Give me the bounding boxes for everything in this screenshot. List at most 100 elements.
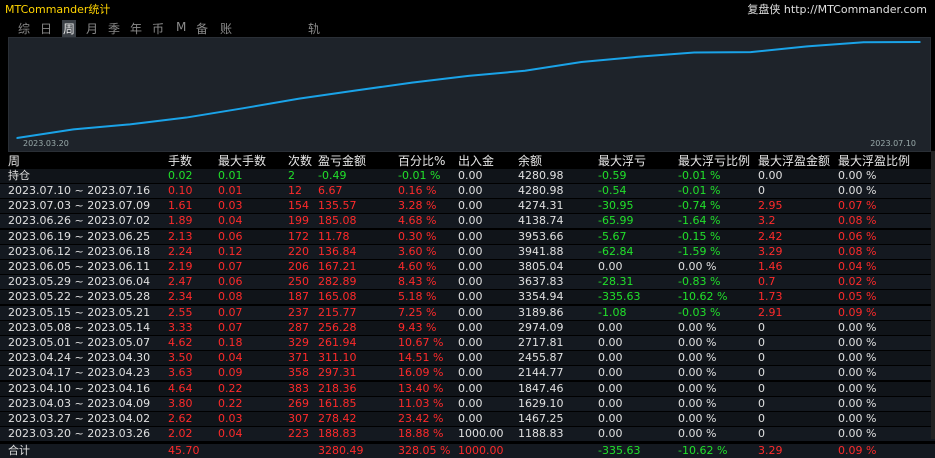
row-max-dd: -30.95	[598, 199, 634, 213]
tab-7[interactable]: M	[176, 20, 186, 34]
row-io: 1000.00	[458, 427, 504, 441]
row-io: 0.00	[458, 290, 483, 304]
table-row: 2023.06.05 ~ 2023.06.11 2.19 0.07 206 167.21…	[0, 260, 935, 274]
holding-io: 0.00	[458, 169, 483, 182]
equity-point-3	[185, 116, 188, 119]
row-count: 12	[288, 184, 302, 197]
row-io: 0.00	[458, 366, 483, 380]
brand-link[interactable]: 复盘侠 http://MTCommander.com	[747, 1, 927, 17]
holding-pnl: -0.49	[318, 169, 347, 182]
header-max_dd: 最大浮亏	[598, 154, 647, 168]
row-max-dd-pct: -0.01 %	[678, 184, 721, 197]
tab-0[interactable]: 综	[18, 20, 30, 37]
row-max_lots: 0.04	[218, 214, 243, 228]
row-io: 0.00	[458, 412, 483, 425]
tab-6[interactable]: 币	[152, 20, 164, 37]
row-max_lots: 0.07	[218, 260, 243, 273]
row-max-fp: 0	[758, 336, 765, 349]
row-period: 2023.06.19 ~ 2023.06.25	[8, 229, 151, 243]
table-row: 2023.05.01 ~ 2023.05.07 4.62 0.18 329 261.94…	[0, 336, 935, 350]
row-pnl: 136.84	[318, 244, 357, 258]
row-period: 2023.06.26 ~ 2023.07.02	[8, 214, 151, 228]
app-title: MTCommander统计	[5, 3, 111, 16]
row-max-fp-pct: 0.00 %	[838, 396, 877, 410]
row-max-fp: 2.91	[758, 305, 783, 319]
row-max-fp-pct: 0.00 %	[838, 184, 877, 197]
row-count: 250	[288, 275, 309, 289]
row-max-fp: 0	[758, 184, 765, 197]
row-period: 2023.07.03 ~ 2023.07.09	[8, 199, 151, 213]
row-max-dd: 0.00	[598, 260, 623, 273]
row-pct: 10.67 %	[398, 336, 444, 349]
row-period: 2023.05.08 ~ 2023.05.14	[8, 320, 151, 334]
row-period: 2023.05.29 ~ 2023.06.04	[8, 275, 151, 289]
tab-4[interactable]: 季	[108, 20, 120, 37]
row-max-fp: 3.29	[758, 244, 783, 258]
row-count: 223	[288, 427, 309, 441]
row-max-dd-pct: -0.74 %	[678, 199, 721, 213]
holding-pct: -0.01 %	[398, 169, 441, 182]
table-row: 2023.07.10 ~ 2023.07.16 0.10 0.01 12 6.67 0.1…	[0, 184, 935, 198]
table-row: 2023.04.03 ~ 2023.04.09 3.80 0.22 269 161.85…	[0, 396, 935, 411]
row-pct: 11.03 %	[398, 396, 444, 410]
header-count: 次数	[288, 154, 313, 168]
row-max-dd-pct: 0.00 %	[678, 260, 717, 273]
tab-1[interactable]: 日	[40, 20, 52, 37]
header-period: 周	[8, 154, 21, 168]
row-max-fp-pct: 0.08 %	[838, 214, 877, 228]
row-period: 2023.05.22 ~ 2023.05.28	[8, 290, 151, 304]
row-pnl: 161.85	[318, 396, 357, 410]
row-max_lots: 0.07	[218, 320, 243, 334]
row-pct: 13.40 %	[398, 381, 444, 395]
row-max-fp: 0.7	[758, 275, 776, 289]
table-row: 2023.04.24 ~ 2023.04.30 3.50 0.04 371 311.10…	[0, 351, 935, 366]
row-count: 199	[288, 214, 309, 228]
row-balance: 2717.81	[518, 336, 564, 349]
row-max-dd-pct: 0.00 %	[678, 366, 717, 380]
row-balance: 2144.77	[518, 366, 564, 380]
row-balance: 1188.83	[518, 427, 564, 441]
row-max-fp-pct: 0.00 %	[838, 427, 877, 441]
row-io: 0.00	[458, 199, 483, 213]
table-row: 2023.06.19 ~ 2023.06.25 2.13 0.06 172 11.78 0…	[0, 229, 935, 244]
table-row: 2023.04.10 ~ 2023.04.16 4.64 0.22 383 218.36…	[0, 381, 935, 396]
row-max-dd: 0.00	[598, 320, 623, 334]
row-max_lots: 0.08	[218, 290, 243, 304]
row-max_lots: 0.22	[218, 396, 243, 410]
row-pnl: 165.08	[318, 290, 357, 304]
row-period: 2023.04.24 ~ 2023.04.30	[8, 351, 151, 365]
row-pct: 3.60 %	[398, 244, 437, 258]
table-scrollbar[interactable]	[931, 151, 935, 439]
row-pnl: 185.08	[318, 214, 357, 228]
tab-2[interactable]: 周	[62, 20, 77, 37]
tab-3[interactable]: 月	[86, 20, 98, 37]
row-max-dd-pct: 0.00 %	[678, 320, 717, 334]
row-pct: 23.42 %	[398, 412, 444, 425]
row-lots: 1.89	[168, 214, 193, 228]
row-period: 2023.04.17 ~ 2023.04.23	[8, 366, 151, 380]
equity-point-8	[467, 75, 470, 77]
equity-point-11	[637, 55, 639, 58]
row-io: 0.00	[458, 275, 483, 289]
equity-point-2	[129, 123, 131, 126]
tab-5[interactable]: 年	[130, 20, 142, 37]
row-lots: 4.64	[168, 381, 193, 395]
row-max-fp-pct: 0.09 %	[838, 305, 877, 319]
row-max-dd: -5.67	[598, 229, 627, 243]
row-count: 206	[288, 260, 309, 273]
row-max-dd: 0.00	[598, 412, 623, 425]
total-max-dd-pct: -10.62 %	[678, 444, 728, 458]
holding-max-fp: 0.00	[758, 169, 783, 182]
equity-point-7	[411, 81, 413, 84]
row-balance: 2974.09	[518, 320, 564, 334]
row-io: 0.00	[458, 336, 483, 349]
row-max-dd-pct: 0.00 %	[678, 351, 717, 365]
table-row: 2023.05.15 ~ 2023.05.21 2.55 0.07 237 215.77…	[0, 305, 935, 320]
total-label: 合计	[8, 444, 30, 458]
tab-8[interactable]: 备	[196, 20, 208, 37]
row-max-fp-pct: 0.07 %	[838, 199, 877, 213]
table-row: 2023.05.22 ~ 2023.05.28 2.34 0.08 187 165.08…	[0, 290, 935, 305]
equity-point-15	[862, 41, 865, 44]
row-max-fp-pct: 0.05 %	[838, 290, 877, 304]
row-max-dd: 0.00	[598, 366, 623, 380]
